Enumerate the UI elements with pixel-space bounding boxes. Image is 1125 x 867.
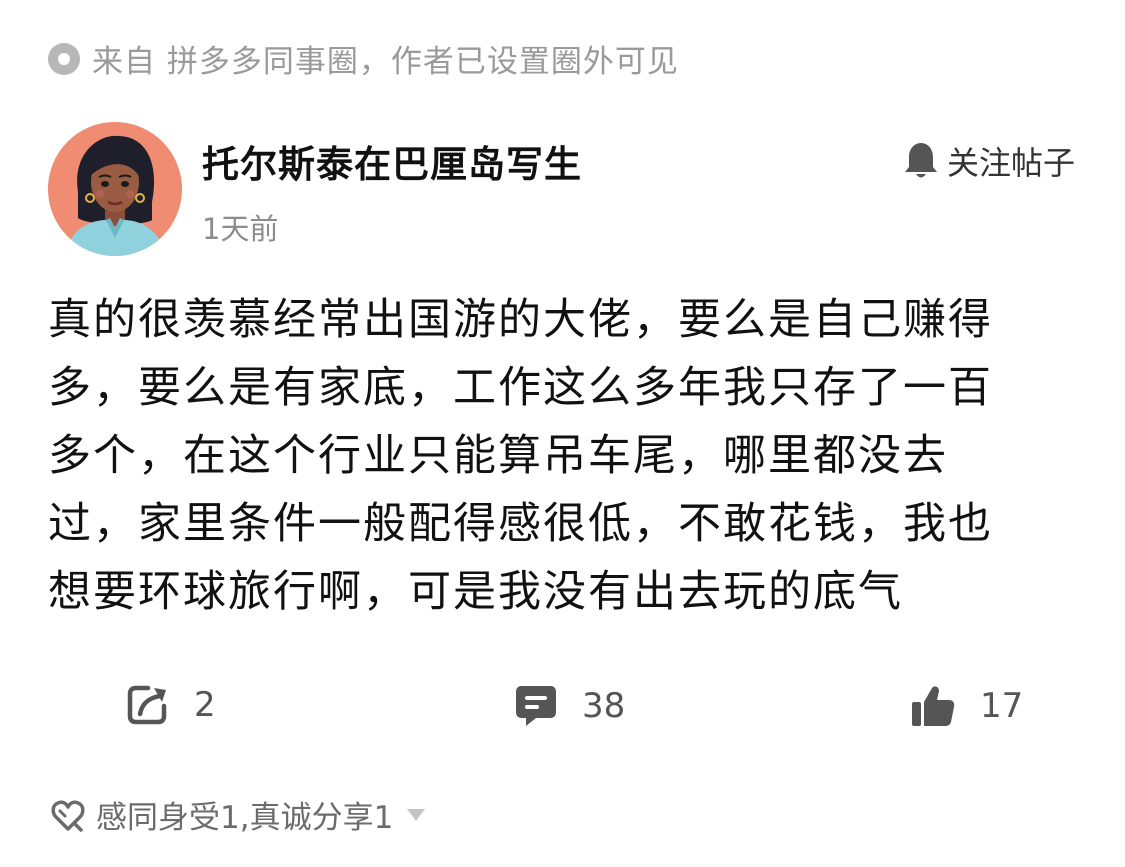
like-button[interactable]: 17 [910, 684, 1023, 728]
post-line: 过，家里条件一般配得感很低，不敢花钱，我也 [48, 499, 993, 549]
follow-post-button[interactable]: 关注帖子 [903, 138, 1075, 184]
comment-icon [516, 686, 556, 726]
post-line: 想要环球旅行啊，可是我没有出去玩的底气 [48, 567, 903, 617]
post-line: 多个，在这个行业只能算吊车尾，哪里都没去 [48, 431, 948, 481]
source-bar: 来自 拼多多同事圈，作者已设置圈外可见 [48, 36, 679, 81]
source-text: 来自 拼多多同事圈，作者已设置圈外可见 [92, 44, 679, 80]
post-line: 多，要么是有家底，工作这么多年我只存了一百 [48, 363, 993, 413]
cartoon-woman-avatar-icon [48, 122, 182, 256]
comment-count: 38 [582, 686, 626, 726]
follow-post-label: 关注帖子 [946, 144, 1075, 182]
post-time: 1天前 [202, 212, 279, 246]
caret-down-icon [407, 808, 426, 821]
thumbs-up-icon [912, 686, 955, 726]
like-count: 17 [980, 686, 1024, 726]
post-body: 真的很羡慕经常出国游的大佬，要么是自己赚得 多，要么是有家底，工作这么多年我只存… [48, 286, 1068, 626]
author-name[interactable]: 托尔斯泰在巴厘岛写生 [202, 134, 582, 188]
bell-icon [904, 143, 937, 178]
action-bar: 2 38 17 [0, 684, 1125, 740]
avatar[interactable] [48, 122, 182, 256]
comment-button[interactable]: 38 [514, 684, 625, 728]
share-button[interactable]: 2 [126, 684, 216, 726]
heart-hands-icon [51, 799, 85, 832]
circle-dot-icon [48, 42, 80, 75]
share-count: 2 [194, 685, 216, 725]
reactions-text: 感同身受1,真诚分享1 [96, 800, 394, 836]
reactions-summary[interactable]: 感同身受1,真诚分享1 [48, 792, 426, 837]
post-line: 真的很羡慕经常出国游的大佬，要么是自己赚得 [48, 295, 993, 345]
share-arrow-icon [127, 685, 167, 725]
